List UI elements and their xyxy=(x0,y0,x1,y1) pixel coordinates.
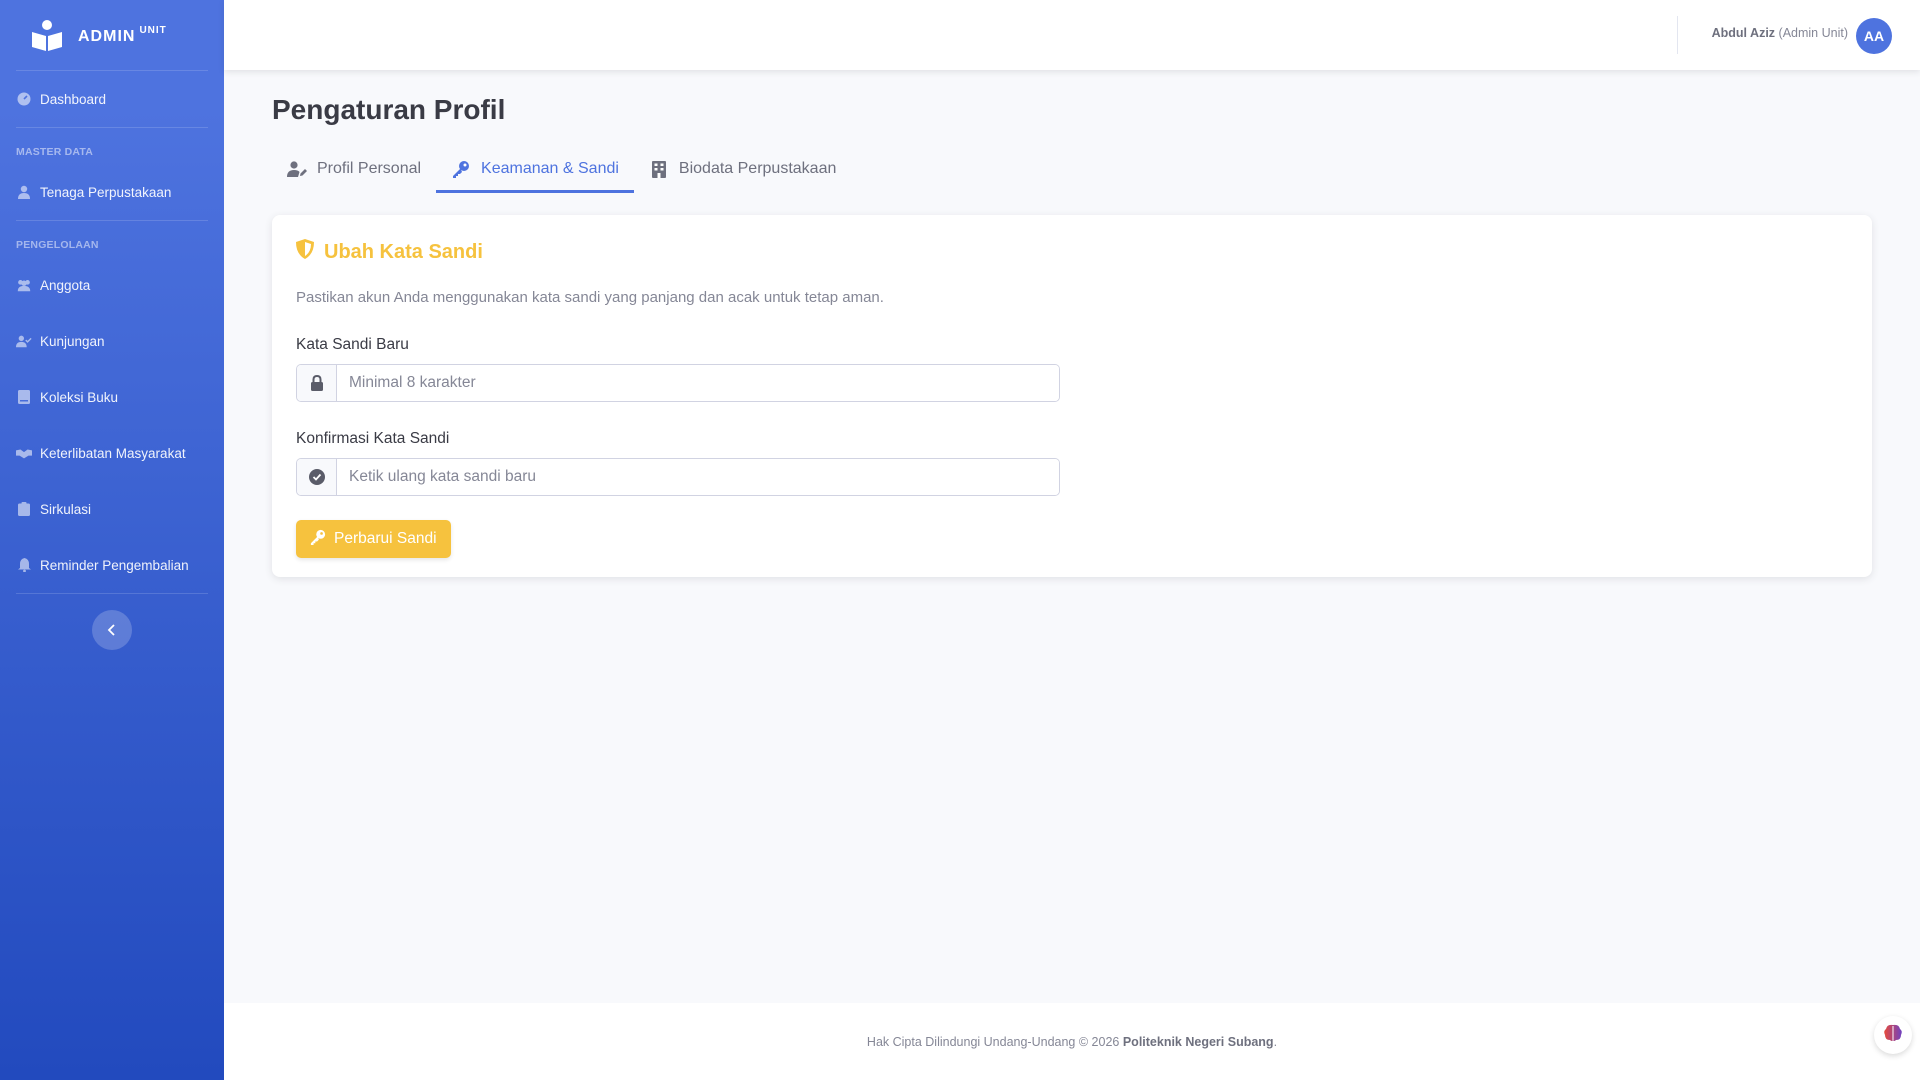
card-title-text: Ubah Kata Sandi xyxy=(324,240,483,263)
sidebar-heading-master: MASTER DATA xyxy=(16,146,94,158)
sidebar-toggle-button[interactable] xyxy=(92,610,132,650)
confirm-password-label: Konfirmasi Kata Sandi xyxy=(296,430,450,447)
tab-label: Biodata Perpustakaan xyxy=(678,160,837,177)
sidebar-item-dashboard[interactable]: Dashboard xyxy=(0,71,224,127)
clipboard-icon xyxy=(16,501,32,517)
sidebar-item-anggota[interactable]: Anggota xyxy=(0,257,224,313)
book-icon xyxy=(16,389,32,405)
user-name: Abdul Aziz xyxy=(1711,26,1776,40)
footer: Hak Cipta Dilindungi Undang-Undang © 202… xyxy=(224,1003,1920,1080)
brand-name: ADMIN UNIT xyxy=(78,24,167,45)
tab-profil-personal[interactable]: Profil Personal xyxy=(272,148,436,193)
card-title: Ubah Kata Sandi xyxy=(296,239,1848,265)
topbar: Abdul Aziz (Admin Unit) AA xyxy=(224,0,1920,70)
user-check-icon xyxy=(16,333,32,349)
tab-biodata-perpustakaan[interactable]: Biodata Perpustakaan xyxy=(634,148,851,193)
brand[interactable]: ADMIN UNIT xyxy=(0,0,224,70)
tab-label: Profil Personal xyxy=(317,160,422,177)
chevron-left-icon xyxy=(107,621,117,640)
page-title: Pengaturan Profil xyxy=(272,94,506,125)
button-label: Perbarui Sandi xyxy=(334,530,437,547)
new-password-input[interactable] xyxy=(337,365,1059,401)
tab-label: Keamanan & Sandi xyxy=(481,160,619,177)
tab-keamanan-sandi[interactable]: Keamanan & Sandi xyxy=(436,148,634,193)
handshake-icon xyxy=(16,445,32,461)
topbar-divider xyxy=(1677,16,1678,54)
user-menu-name[interactable]: Abdul Aziz (Admin Unit) xyxy=(1712,26,1848,40)
user-role: (Admin Unit) xyxy=(1778,26,1848,40)
profile-tabs: Profil Personal Keamanan & Sandi Biodata… xyxy=(272,148,1872,193)
sidebar-item-koleksi-buku[interactable]: Koleksi Buku xyxy=(0,369,224,425)
sidebar-item-kunjungan[interactable]: Kunjungan xyxy=(0,313,224,369)
footer-org: Politeknik Negeri Subang xyxy=(1122,1034,1274,1049)
sidebar: ADMIN UNIT Dashboard MASTER DATA Tenaga P… xyxy=(0,0,224,1080)
bell-icon xyxy=(16,557,32,573)
shield-icon xyxy=(296,239,314,265)
sidebar-item-label: Tenaga Perpustakaan xyxy=(40,184,172,200)
floating-assistant-button[interactable] xyxy=(1874,1016,1912,1054)
sidebar-item-reminder-pengembalian[interactable]: Reminder Pengembalian xyxy=(0,537,224,593)
key-icon xyxy=(451,160,471,178)
check-circle-icon xyxy=(297,459,337,495)
sidebar-heading-pengelolaan: PENGELOLAAN xyxy=(16,239,99,251)
sidebar-item-label: Dashboard xyxy=(40,91,107,107)
sidebar-item-sirkulasi[interactable]: Sirkulasi xyxy=(0,481,224,537)
main-content: Pengaturan Profil Profil Personal Keaman… xyxy=(272,70,1872,577)
users-icon xyxy=(16,277,32,293)
new-password-group xyxy=(296,364,1060,402)
footer-text: Hak Cipta Dilindungi Undang-Undang © 202… xyxy=(866,1034,1278,1049)
lock-icon xyxy=(297,365,337,401)
sidebar-divider xyxy=(16,593,208,594)
sidebar-item-label: Anggota xyxy=(40,277,91,293)
confirm-password-input[interactable] xyxy=(337,459,1059,495)
sidebar-item-label: Keterlibatan Masyarakat xyxy=(40,445,186,461)
tachometer-icon xyxy=(16,91,32,107)
new-password-label: Kata Sandi Baru xyxy=(296,336,409,353)
change-password-card: Ubah Kata Sandi Pastikan akun Anda mengg… xyxy=(272,215,1872,577)
sidebar-item-label: Kunjungan xyxy=(40,333,105,349)
building-icon xyxy=(649,160,669,178)
update-password-button[interactable]: Perbarui Sandi xyxy=(296,520,451,558)
book-reader-icon xyxy=(30,18,64,52)
brain-icon xyxy=(1883,1024,1903,1046)
sidebar-item-tenaga-perpustakaan[interactable]: Tenaga Perpustakaan xyxy=(0,164,224,220)
confirm-password-group xyxy=(296,458,1060,496)
user-edit-icon xyxy=(287,160,307,178)
sidebar-item-label: Sirkulasi xyxy=(40,501,92,517)
sidebar-item-keterlibatan-masyarakat[interactable]: Keterlibatan Masyarakat xyxy=(0,425,224,481)
user-icon xyxy=(16,184,32,200)
card-description: Pastikan akun Anda menggunakan kata sand… xyxy=(296,289,884,306)
avatar[interactable]: AA xyxy=(1856,18,1892,54)
sidebar-item-label: Reminder Pengembalian xyxy=(40,557,189,573)
key-icon xyxy=(310,529,326,550)
sidebar-item-label: Koleksi Buku xyxy=(40,389,119,405)
